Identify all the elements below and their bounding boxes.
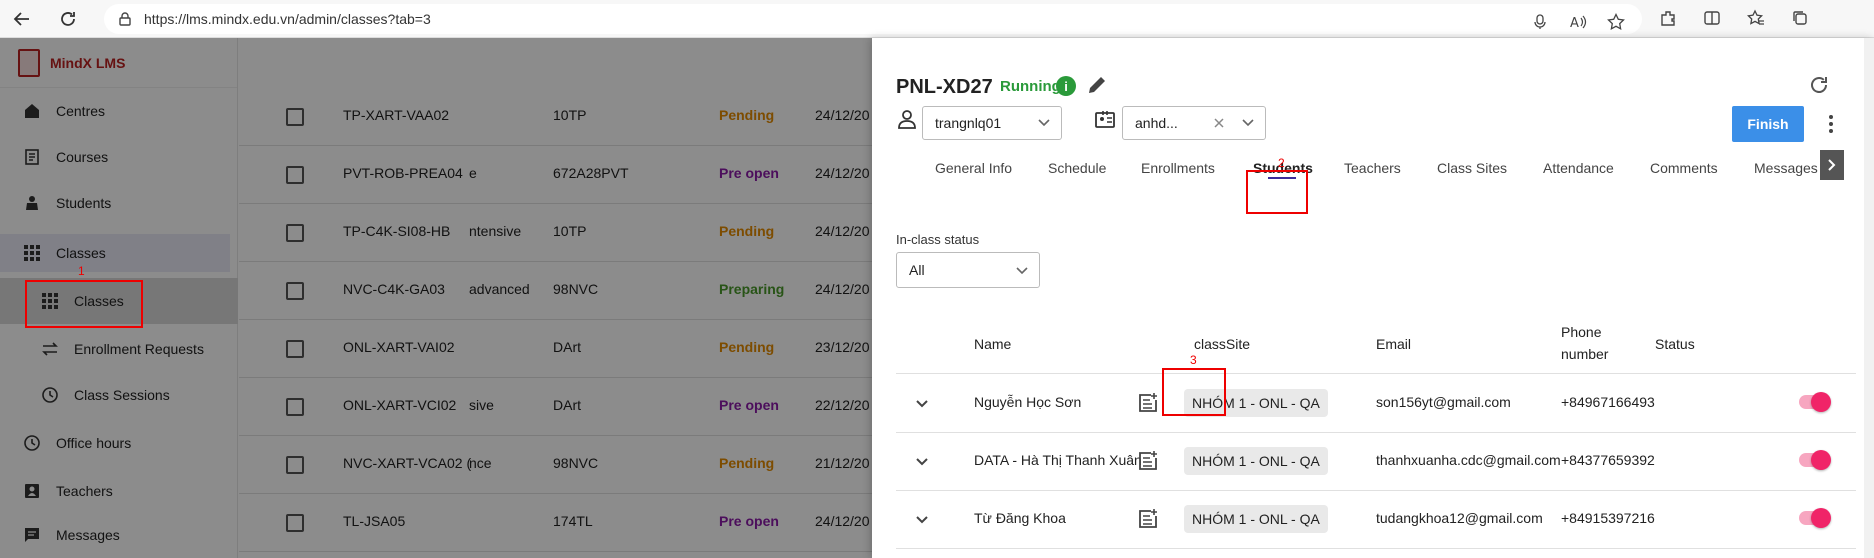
clear-icon[interactable] <box>1213 116 1225 132</box>
svg-text:A: A <box>1570 16 1579 30</box>
teacher-select[interactable]: trangnlq01 <box>922 106 1062 140</box>
in-class-status-select[interactable]: All <box>896 252 1040 288</box>
student-name: Từ Đăng Khoa <box>974 510 1066 526</box>
table-row: Nguyễn Học Sơn NHÓM 1 - ONL - QA son156y… <box>896 375 1856 433</box>
reload-icon[interactable] <box>50 1 86 37</box>
column-phone: number <box>1561 346 1609 362</box>
app-root: MindX LMS Centres Courses Students Class… <box>0 38 1874 558</box>
class-detail-panel: PNL-XD27 Running i trangnlq01 anhd... Fi… <box>872 38 1874 558</box>
favorites-icon[interactable] <box>1744 6 1768 30</box>
tab-schedule[interactable]: Schedule <box>1048 160 1106 176</box>
address-bar[interactable]: https://lms.mindx.edu.vn/admin/classes?t… <box>104 4 1642 34</box>
annotation-number: 1 <box>78 264 85 278</box>
more-vertical-icon[interactable] <box>1820 112 1842 136</box>
classsite-chip: NHÓM 1 - ONL - QA <box>1184 447 1328 475</box>
class-title: PNL-XD27 <box>896 76 993 98</box>
toggle-knob <box>1811 508 1831 528</box>
edit-pencil-icon[interactable] <box>1086 74 1108 96</box>
collections-icon[interactable] <box>1788 6 1812 30</box>
column-email: Email <box>1376 336 1412 352</box>
expand-chevron-icon[interactable] <box>910 507 934 531</box>
column-name: Name <box>974 336 1012 352</box>
student-email: thanhxuanha.cdc@gmail.com <box>1376 452 1561 468</box>
expand-chevron-icon[interactable] <box>910 449 934 473</box>
student-phone: +84377659392 <box>1561 452 1655 468</box>
tab-teachers[interactable]: Teachers <box>1344 160 1401 176</box>
status-toggle[interactable] <box>1799 450 1831 470</box>
students-table-header: Name classSite Email Phone number Status <box>896 314 1856 374</box>
student-name: DATA - Hà Thị Thanh Xuân <box>974 452 1142 468</box>
lock-icon <box>118 11 134 27</box>
chevron-down-icon <box>1037 115 1051 129</box>
read-aloud-icon[interactable]: A <box>1566 10 1590 34</box>
chevron-down-icon <box>1015 263 1029 277</box>
annotation-number: 2 <box>1278 156 1285 170</box>
tab-attendance[interactable]: Attendance <box>1543 160 1614 176</box>
student-name: Nguyễn Học Sơn <box>974 394 1082 410</box>
add-note-icon[interactable] <box>1136 449 1160 473</box>
toggle-knob <box>1811 450 1831 470</box>
in-class-status-value: All <box>909 262 925 278</box>
student-email: tudangkhoa12@gmail.com <box>1376 510 1543 526</box>
tab-comments[interactable]: Comments <box>1650 160 1718 176</box>
browser-toolbar: https://lms.mindx.edu.vn/admin/classes?t… <box>0 0 1874 38</box>
refresh-icon[interactable] <box>1808 74 1832 98</box>
finish-button[interactable]: Finish <box>1732 106 1804 142</box>
status-toggle[interactable] <box>1799 508 1831 528</box>
student-phone: +84967166493 <box>1561 394 1655 410</box>
expand-chevron-icon[interactable] <box>910 391 934 415</box>
tab-general-info[interactable]: General Info <box>935 160 1012 176</box>
person-icon <box>896 108 918 130</box>
tab-enrollments[interactable]: Enrollments <box>1141 160 1215 176</box>
url-text: https://lms.mindx.edu.vn/admin/classes?t… <box>144 11 431 27</box>
student-phone: +84915397216 <box>1561 510 1655 526</box>
split-screen-icon[interactable] <box>1700 6 1724 30</box>
status-toggle[interactable] <box>1799 392 1831 412</box>
column-phone: Phone <box>1561 324 1602 340</box>
in-class-status-label: In-class status <box>896 232 980 247</box>
table-row: DATA - Hà Thị Thanh Xuân NHÓM 1 - ONL - … <box>896 433 1856 491</box>
tab-bar: General Info Schedule Enrollments Studen… <box>872 148 1874 188</box>
annotation-box <box>25 280 143 328</box>
column-status: Status <box>1655 336 1695 352</box>
toggle-knob <box>1811 392 1831 412</box>
assistant-select-value: anhd... <box>1135 115 1178 131</box>
microphone-icon[interactable] <box>1528 10 1552 34</box>
annotation-number: 3 <box>1190 353 1197 367</box>
student-email: son156yt@gmail.com <box>1376 394 1511 410</box>
back-icon[interactable] <box>4 1 40 37</box>
extensions-icon[interactable] <box>1656 6 1680 30</box>
assistant-select[interactable]: anhd... <box>1122 106 1266 140</box>
chevron-right-icon[interactable] <box>1820 150 1844 180</box>
id-card-icon <box>1094 108 1116 130</box>
chevron-down-icon <box>1241 115 1255 129</box>
tab-messages[interactable]: Messages <box>1754 160 1818 176</box>
table-row: Từ Đăng Khoa NHÓM 1 - ONL - QA tudangkho… <box>896 491 1856 549</box>
column-classsite: classSite <box>1194 336 1251 352</box>
tab-class-sites[interactable]: Class Sites <box>1437 160 1507 176</box>
info-icon[interactable]: i <box>1056 76 1076 96</box>
annotation-box <box>1246 170 1308 214</box>
class-status-badge: Running <box>1000 78 1061 95</box>
add-note-icon[interactable] <box>1136 507 1160 531</box>
favorite-star-icon[interactable] <box>1604 10 1628 34</box>
add-note-icon[interactable] <box>1136 391 1160 415</box>
teacher-select-value: trangnlq01 <box>935 115 1002 131</box>
table-row <box>896 549 1856 558</box>
scrollbar[interactable] <box>1864 38 1874 558</box>
annotation-box <box>1162 368 1226 416</box>
classsite-chip: NHÓM 1 - ONL - QA <box>1184 505 1328 533</box>
